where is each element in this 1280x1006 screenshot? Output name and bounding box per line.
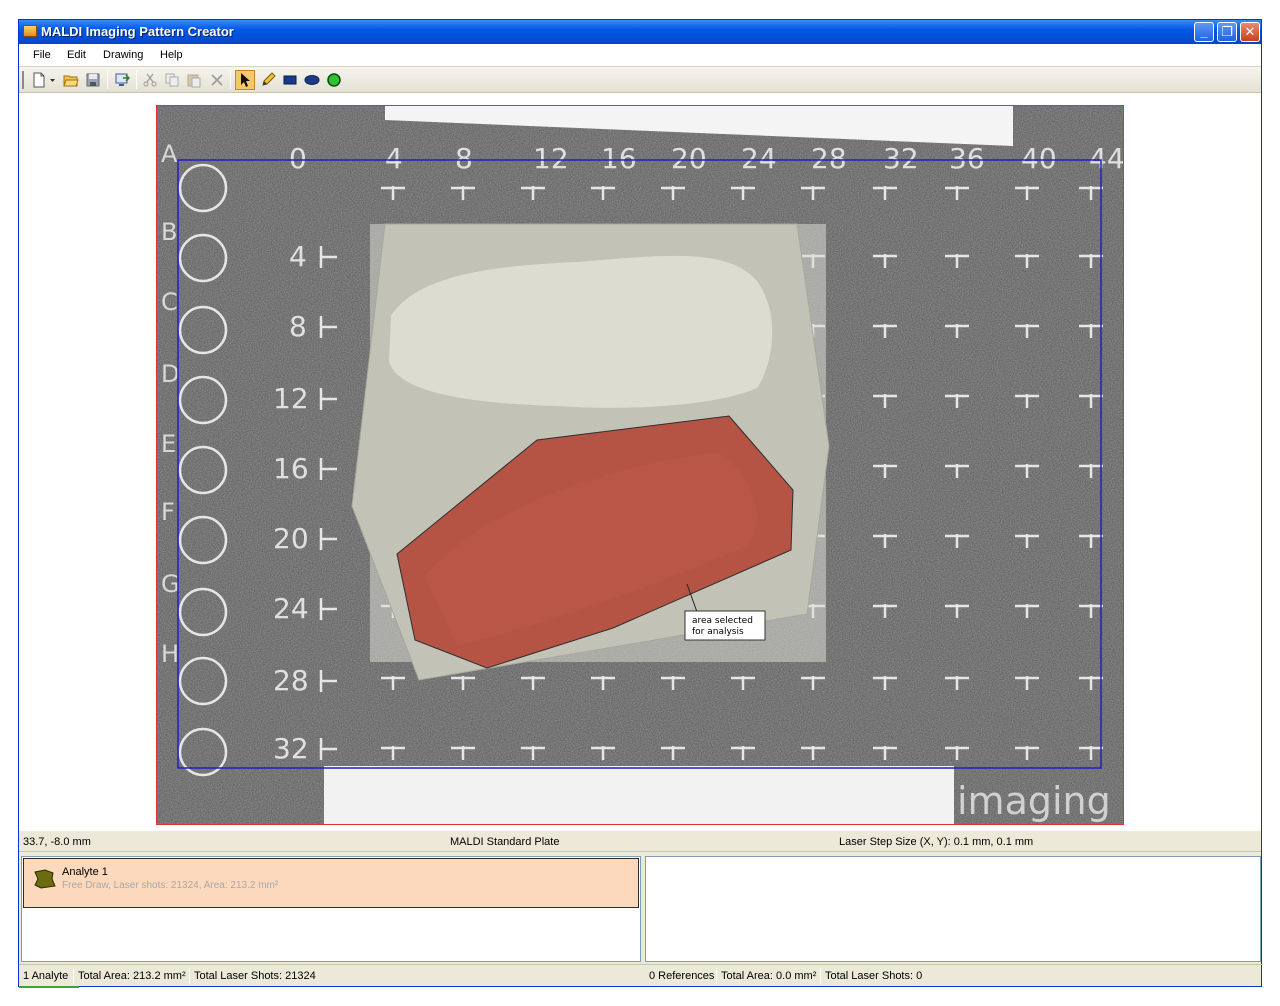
toolbar-separator [136, 71, 137, 89]
top-axis-number: 8 [455, 142, 473, 175]
drawing-canvas[interactable]: imaging A B C D E F G H 0 4 8 12 16 20 24 28 32 36 40 44 4… [19, 93, 1261, 830]
analyte-total-shots: Total Laser Shots: 21324 [194, 970, 316, 982]
top-axis-number: 36 [949, 142, 985, 175]
top-axis-number: 40 [1021, 142, 1057, 175]
maldi-plate-image[interactable]: imaging A B C D E F G H 0 4 8 12 16 20 24 28 32 36 40 44 4… [156, 105, 1124, 825]
analyte-summary-bar: 1 Analyte Total Area: 213.2 mm² Total La… [19, 964, 643, 986]
plate-type: MALDI Standard Plate [450, 836, 560, 848]
menu-bar: File Edit Drawing Help [19, 44, 1261, 67]
open-icon[interactable] [61, 70, 81, 90]
status-divider [716, 968, 717, 984]
top-axis-number: 24 [741, 142, 777, 175]
side-axis-number: 16 [273, 452, 309, 485]
ellipse-icon[interactable] [302, 70, 322, 90]
menu-file[interactable]: File [33, 49, 51, 61]
menu-edit[interactable]: Edit [67, 49, 86, 61]
analyte-detail: Free Draw, Laser shots: 21324, Area: 213… [62, 880, 279, 891]
analyte-name: Analyte 1 [62, 866, 108, 878]
cut-icon[interactable] [140, 70, 160, 90]
side-axis-number: 24 [273, 592, 309, 625]
top-axis-number: 12 [533, 142, 569, 175]
free-draw-shape-icon [34, 869, 56, 889]
reference-total-area: Total Area: 0.0 mm² [721, 970, 817, 982]
cursor-coordinates: 33.7, -8.0 mm [23, 836, 91, 848]
top-axis-number: 28 [811, 142, 847, 175]
reference-summary-bar: 0 References Total Area: 0.0 mm² Total L… [643, 964, 1263, 986]
pointer-icon[interactable] [235, 70, 255, 90]
export-icon[interactable] [112, 70, 132, 90]
status-divider [820, 968, 821, 984]
toolbar [19, 67, 1261, 93]
menu-help[interactable]: Help [160, 49, 183, 61]
toolbar-grip[interactable] [22, 71, 24, 89]
row-letter: B [161, 218, 177, 246]
row-letter: F [161, 498, 175, 526]
top-axis-number: 20 [671, 142, 707, 175]
status-divider [189, 968, 190, 984]
top-axis-number: 32 [883, 142, 919, 175]
toolbar-separator [107, 71, 108, 89]
annotation-line-2: for analysis [692, 627, 744, 637]
app-icon [23, 25, 37, 37]
status-divider [73, 968, 74, 984]
side-axis-number: 20 [273, 522, 309, 555]
row-letter: G [161, 570, 180, 598]
top-axis-number: 44 [1089, 142, 1123, 175]
progress-accent [19, 986, 79, 988]
window-title: MALDI Imaging Pattern Creator [41, 24, 234, 39]
side-axis-number: 28 [273, 664, 309, 697]
annotation-line-1: area selected [692, 616, 753, 626]
minimize-button[interactable]: _ [1194, 22, 1214, 42]
analyte-list[interactable]: Analyte 1 Free Draw, Laser shots: 21324,… [21, 856, 641, 962]
top-axis-number: 4 [385, 142, 403, 175]
analyte-total-area: Total Area: 213.2 mm² [78, 970, 186, 982]
title-bar[interactable]: MALDI Imaging Pattern Creator _ ❐ ✕ [19, 20, 1261, 44]
save-icon[interactable] [83, 70, 103, 90]
menu-drawing[interactable]: Drawing [103, 49, 143, 61]
analyte-item[interactable]: Analyte 1 Free Draw, Laser shots: 21324,… [23, 858, 639, 908]
top-axis-number: 16 [601, 142, 637, 175]
side-axis-number: 8 [289, 310, 307, 343]
delete-icon[interactable] [207, 70, 227, 90]
row-letter: A [161, 140, 178, 168]
row-letter: C [161, 288, 178, 316]
side-axis-number: 32 [273, 732, 309, 765]
side-axis-number: 12 [273, 382, 309, 415]
restore-button[interactable]: ❐ [1217, 22, 1237, 42]
rectangle-icon[interactable] [280, 70, 300, 90]
analyte-count: 1 Analyte [23, 970, 69, 982]
row-letter: E [161, 430, 176, 458]
reference-list[interactable] [645, 856, 1261, 962]
reference-total-shots: Total Laser Shots: 0 [825, 970, 923, 982]
paste-icon[interactable] [184, 70, 204, 90]
new-icon[interactable] [29, 70, 49, 90]
app-window: MALDI Imaging Pattern Creator _ ❐ ✕ File… [18, 19, 1263, 988]
row-letter: D [161, 360, 179, 388]
plate-watermark: imaging [957, 779, 1111, 823]
copy-icon[interactable] [162, 70, 182, 90]
row-letter: H [161, 640, 179, 668]
close-button[interactable]: ✕ [1240, 22, 1260, 42]
reference-count: 0 References [649, 970, 715, 982]
side-axis-number: 4 [289, 240, 307, 273]
laser-step-size: Laser Step Size (X, Y): 0.1 mm, 0.1 mm [839, 836, 1034, 848]
top-axis-number: 0 [289, 142, 307, 175]
toolbar-separator [230, 71, 231, 89]
status-bar-top: 33.7, -8.0 mm MALDI Standard Plate Laser… [19, 830, 1261, 852]
pencil-icon[interactable] [258, 70, 278, 90]
new-dropdown-icon[interactable] [47, 70, 57, 90]
circle-icon[interactable] [324, 70, 344, 90]
